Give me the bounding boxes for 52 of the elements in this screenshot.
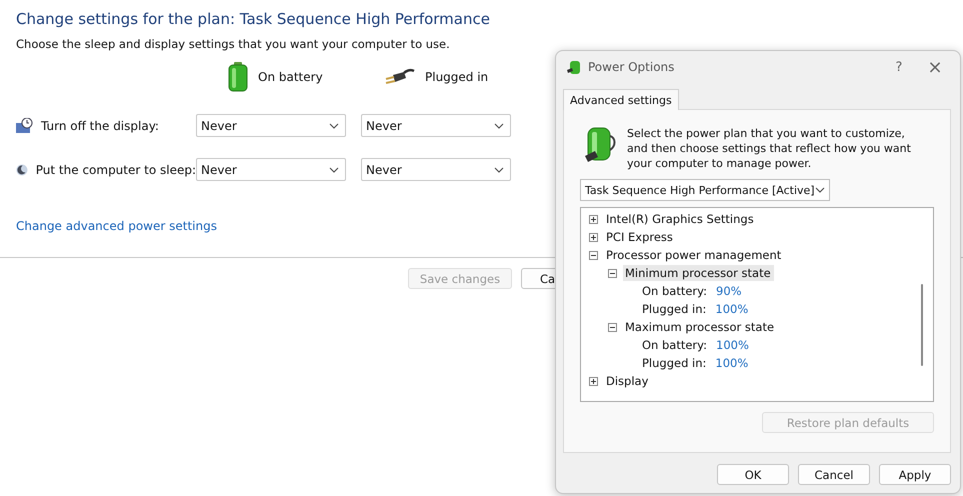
chevron-down-icon [494, 122, 504, 128]
tree-item[interactable]: Display [604, 373, 652, 389]
setting-value[interactable]: 90% [716, 284, 742, 298]
tree-item[interactable]: Minimum processor state [623, 265, 774, 281]
expand-icon[interactable] [589, 214, 598, 224]
moon-icon [16, 162, 28, 178]
collapse-icon[interactable] [608, 268, 617, 278]
setting-label: Put the computer to sleep: [36, 162, 196, 176]
setting-label: Turn off the display: [41, 118, 159, 132]
dropdown[interactable]: Never [196, 158, 346, 181]
dropdown[interactable]: Never [361, 114, 511, 137]
window-title: Power Options [588, 60, 676, 74]
battery-plug-icon [566, 59, 582, 75]
scrollbar-thumb[interactable] [921, 284, 923, 366]
page-title: Change settings for the plan: Task Sequence High Performance [16, 10, 491, 28]
close-button[interactable]: × [920, 56, 950, 78]
chevron-down-icon [815, 187, 825, 193]
tree-item[interactable]: PCI Express [604, 229, 676, 245]
dropdown[interactable]: Never [361, 158, 511, 181]
tree-item[interactable]: Maximum processor state [623, 319, 778, 335]
column-header: Plugged in [425, 70, 488, 84]
setting-value[interactable]: 100% [715, 302, 748, 316]
setting-value[interactable]: 100% [716, 338, 749, 352]
intro-text: Select the power plan that you want to customize, and then choose settings that reflect how you want your computer to manage power. [627, 126, 912, 171]
chevron-down-icon [329, 122, 339, 128]
chevron-down-icon [494, 166, 504, 172]
dialog-button[interactable]: OK [717, 464, 789, 485]
setting-label: Plugged in: [641, 355, 708, 371]
dialog-button[interactable]: Cancel [798, 464, 870, 485]
tree-item[interactable]: Intel(R) Graphics Settings [604, 211, 757, 227]
help-button[interactable]: ? [884, 60, 914, 74]
collapse-icon[interactable] [589, 250, 598, 260]
setting-label: Plugged in: [641, 301, 708, 317]
plug-icon [385, 67, 415, 87]
expand-icon[interactable] [589, 232, 598, 242]
battery-icon [228, 62, 248, 92]
collapse-icon[interactable] [608, 322, 617, 332]
advanced-settings-link[interactable]: Change advanced power settings [16, 219, 217, 233]
plan-dropdown[interactable]: Task Sequence High Performance [Active] [580, 179, 830, 201]
expand-icon[interactable] [589, 376, 598, 386]
dialog-button[interactable]: Apply [879, 464, 951, 485]
battery-plug-icon [583, 126, 617, 164]
dropdown[interactable]: Never [196, 114, 346, 137]
chevron-down-icon [329, 166, 339, 172]
column-header: On battery [258, 70, 323, 84]
page-description: Choose the sleep and display settings that you want your computer to use. [16, 37, 451, 51]
tab[interactable]: Advanced settings [563, 89, 679, 110]
setting-label: On battery: [641, 337, 708, 353]
monitor-clock-icon [16, 118, 33, 134]
tree-item[interactable]: Processor power management [604, 247, 784, 263]
setting-label: On battery: [641, 283, 708, 299]
setting-value[interactable]: 100% [715, 356, 748, 370]
